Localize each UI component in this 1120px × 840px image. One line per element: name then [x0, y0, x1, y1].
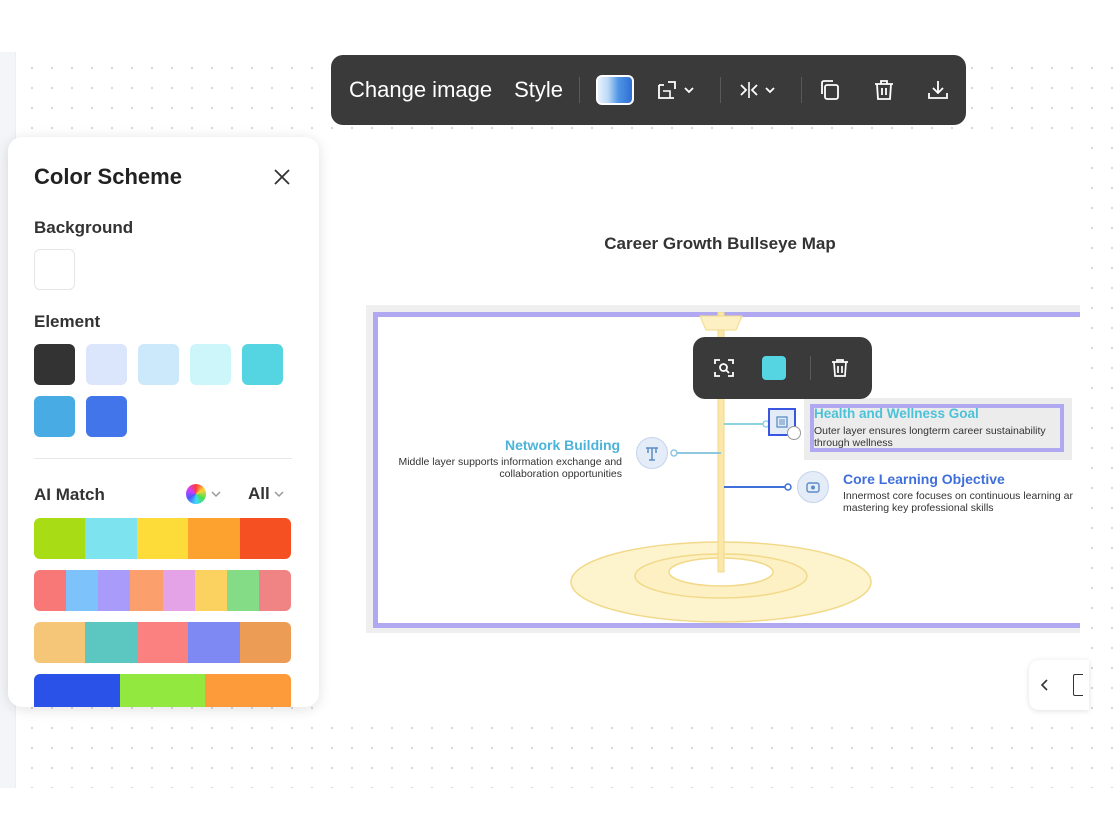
crop-icon	[658, 81, 694, 99]
page-navigator[interactable]	[1029, 660, 1089, 710]
style-button[interactable]: Style	[514, 77, 563, 103]
page-thumbnail-icon[interactable]	[1073, 674, 1083, 696]
gradient-swatch-icon[interactable]	[596, 75, 635, 105]
element-color-swatch[interactable]	[190, 344, 231, 385]
crop-button[interactable]	[656, 70, 698, 110]
palette-color	[119, 674, 206, 707]
palette-color	[66, 570, 99, 611]
slide-title[interactable]: Career Growth Bullseye Map	[330, 234, 1110, 254]
element-mini-toolbar	[693, 337, 872, 399]
flip-icon	[740, 82, 775, 98]
core-desc-line2: mastering key professional skills	[843, 502, 994, 514]
pole-flag	[699, 315, 743, 331]
element-label: Element	[34, 312, 101, 331]
toolbar-divider	[720, 77, 722, 103]
palette-color	[188, 622, 240, 663]
element-color-button[interactable]	[760, 354, 788, 382]
chevron-down-icon	[211, 491, 221, 498]
palette-color	[34, 570, 67, 611]
copy-icon	[821, 80, 839, 100]
element-color-swatch[interactable]	[34, 344, 75, 385]
close-button[interactable]	[270, 165, 294, 189]
color-wheel-dropdown[interactable]	[186, 484, 223, 504]
download-button[interactable]	[926, 70, 950, 110]
all-filter-dropdown[interactable]: All	[248, 484, 286, 504]
palette-color	[34, 674, 120, 707]
element-color-swatch[interactable]	[242, 344, 283, 385]
network-icon	[636, 437, 668, 469]
ai-palette-option[interactable]	[34, 674, 291, 707]
background-label: Background	[34, 218, 134, 237]
trash-icon	[875, 80, 894, 100]
color-wheel-icon	[186, 484, 206, 504]
color-swatch-icon	[762, 356, 786, 380]
download-icon	[928, 81, 948, 99]
network-desc-line2: collaboration opportunities	[499, 468, 622, 480]
core-title: Core Learning Objective	[843, 471, 1005, 487]
copy-button[interactable]	[818, 70, 842, 110]
element-color-swatch[interactable]	[86, 344, 127, 385]
palette-color	[188, 518, 240, 559]
all-filter-label: All	[248, 484, 270, 503]
search-image-icon	[714, 359, 734, 377]
palette-color	[85, 518, 137, 559]
palette-color	[85, 622, 137, 663]
ai-palette-option[interactable]	[34, 518, 291, 559]
resize-handle[interactable]	[787, 426, 801, 440]
palette-color	[34, 622, 86, 663]
palette-color	[136, 518, 189, 559]
ai-palette-option[interactable]	[34, 570, 291, 611]
background-color-swatch[interactable]	[34, 249, 75, 290]
delete-button[interactable]	[872, 70, 896, 110]
palette-color	[98, 570, 131, 611]
health-title[interactable]: Health and Wellness Goal	[814, 406, 979, 421]
trash-icon	[832, 359, 848, 377]
palette-color	[258, 570, 291, 611]
palette-color	[162, 570, 195, 611]
change-image-button[interactable]: Change image	[349, 77, 492, 103]
network-desc-line1: Middle layer supports information exchan…	[398, 456, 622, 468]
panel-title: Color Scheme	[34, 164, 182, 189]
chevron-down-icon	[274, 491, 284, 498]
health-desc-line2: through wellness	[814, 437, 893, 449]
toolbar-divider	[579, 77, 581, 103]
ai-match-label: AI Match	[34, 485, 105, 504]
element-color-swatch[interactable]	[34, 396, 75, 437]
element-color-swatch[interactable]	[138, 344, 179, 385]
close-icon	[274, 169, 290, 185]
palette-color	[130, 570, 163, 611]
divider	[34, 458, 292, 459]
ai-palette-option[interactable]	[34, 622, 291, 663]
toolbar-divider	[801, 77, 803, 103]
image-toolbar: Change image Style	[331, 55, 966, 125]
palette-color	[239, 622, 291, 663]
chevron-left-icon[interactable]	[1037, 677, 1053, 693]
palette-color	[34, 518, 86, 559]
core-desc-line1: Innermost core focuses on continuous lea…	[843, 490, 1073, 502]
replace-icon-button[interactable]	[710, 354, 738, 382]
palette-color	[194, 570, 227, 611]
core-icon	[797, 471, 829, 503]
palette-color	[239, 518, 291, 559]
app-root: Career Growth Bullseye Map Network Build…	[0, 0, 1120, 840]
element-color-swatch[interactable]	[86, 396, 127, 437]
element-delete-button[interactable]	[826, 354, 854, 382]
mini-divider	[810, 356, 811, 380]
color-scheme-panel: Color Scheme Background Element AI Match…	[8, 137, 319, 707]
flip-button[interactable]	[737, 70, 779, 110]
network-title: Network Building	[505, 437, 621, 453]
palette-color	[226, 570, 259, 611]
palette-color	[136, 622, 189, 663]
health-desc-line1: Outer layer ensures longterm career sust…	[814, 425, 1046, 437]
palette-color	[205, 674, 291, 707]
